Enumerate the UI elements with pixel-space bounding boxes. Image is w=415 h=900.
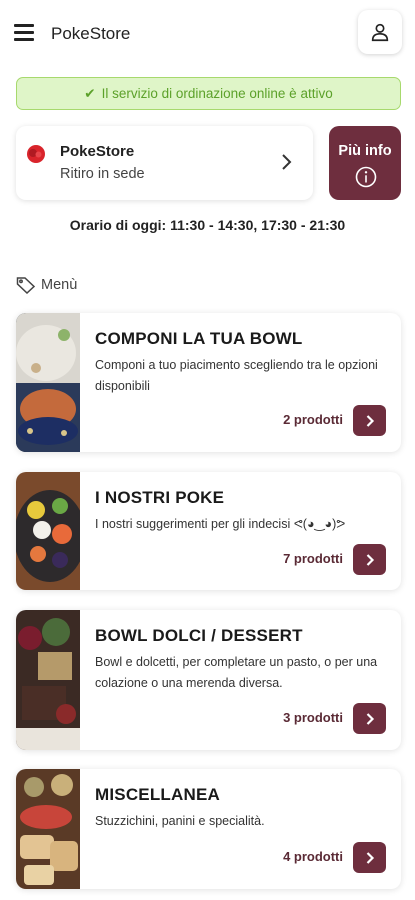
check-icon: ✔ [84,85,96,101]
category-description: I nostri suggerimenti per gli indecisi ᕙ… [95,517,346,531]
info-circle-icon [355,166,377,188]
tag-icon [16,277,36,294]
store-selector[interactable]: PokeStore Ritiro in sede [16,126,313,200]
store-mode: Ritiro in sede [60,166,145,182]
menu-heading: Menù [16,275,77,295]
store-logo-icon [27,145,45,163]
category-product-count: 4 prodotti [283,849,343,864]
more-info-label: Più info [338,143,392,159]
category-product-count: 3 prodotti [283,710,343,725]
category-image-miscellanea [16,769,80,889]
ordering-status-banner: ✔ Il servizio di ordinazione online è at… [16,77,401,110]
chevron-right-icon [366,414,374,427]
chevron-right-icon [366,553,374,566]
menu-heading-label: Menù [41,277,78,293]
open-category-button[interactable] [353,842,386,873]
category-description: Bowl e dolcetti, per completare un pasto… [95,655,378,690]
account-button[interactable] [358,10,402,54]
category-title: I NOSTRI POKE [95,488,225,507]
open-category-button[interactable] [353,703,386,734]
category-image-poke [16,472,80,590]
chevron-right-icon [366,712,374,725]
category-card-componi-bowl[interactable]: COMPONI LA TUA BOWL Componi a tuo piacim… [16,313,401,452]
category-title: COMPONI LA TUA BOWL [95,329,303,348]
status-text: Il servizio di ordinazione online è atti… [101,86,333,101]
category-image-bowl [16,313,80,452]
open-category-button[interactable] [353,544,386,575]
store-name: PokeStore [60,143,135,160]
category-title: BOWL DOLCI / DESSERT [95,626,303,645]
app-header: PokeStore [0,0,415,68]
open-category-button[interactable] [353,405,386,436]
category-title: MISCELLANEA [95,785,220,804]
opening-hours: Orario di oggi: 11:30 - 14:30, 17:30 - 2… [69,217,346,233]
category-description: Componi a tuo piacimento scegliendo tra … [95,358,378,393]
category-card-bowl-dolci[interactable]: BOWL DOLCI / DESSERT Bowl e dolcetti, pe… [16,610,401,750]
category-image-dessert [16,610,80,750]
hamburger-icon[interactable] [14,24,36,42]
chevron-right-icon [282,154,292,170]
category-card-nostri-poke[interactable]: I NOSTRI POKE I nostri suggerimenti per … [16,472,401,590]
app-title: PokeStore [51,24,131,43]
category-card-miscellanea[interactable]: MISCELLANEA Stuzzichini, panini e specia… [16,769,401,889]
category-description: Stuzzichini, panini e specialità. [95,814,265,828]
category-product-count: 2 prodotti [283,412,343,427]
chevron-right-icon [366,851,374,864]
category-product-count: 7 prodotti [283,551,343,566]
more-info-button[interactable]: Più info [329,126,401,200]
user-icon [371,23,389,42]
